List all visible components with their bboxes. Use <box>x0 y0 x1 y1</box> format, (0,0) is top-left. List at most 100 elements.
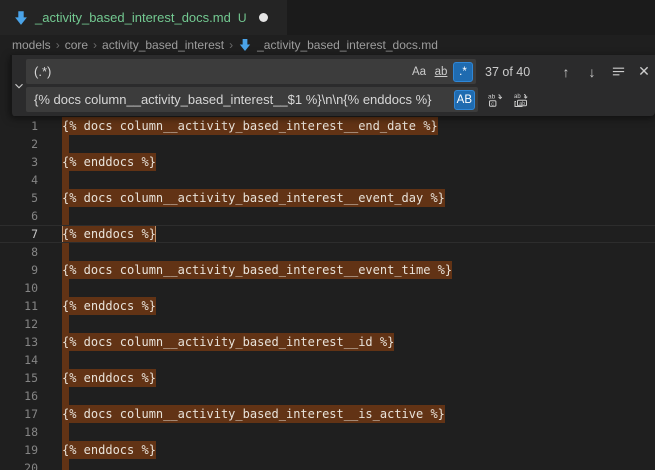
code-line: 4 <box>0 171 655 189</box>
unsaved-changes-dot[interactable] <box>259 13 268 22</box>
markdown-file-icon <box>13 10 29 26</box>
line-text find-match-empty[interactable] <box>62 351 69 369</box>
line-text find-match[interactable]: {% enddocs %} <box>62 297 156 315</box>
line-number: 15 <box>0 369 38 387</box>
code-line: 11 {% enddocs %} <box>0 297 655 315</box>
chevron-down-icon <box>12 79 26 93</box>
line-number: 2 <box>0 135 38 153</box>
line-text find-match-empty[interactable] <box>62 279 69 297</box>
breadcrumb-item-models[interactable]: models <box>12 38 51 52</box>
whole-word-button[interactable]: ab <box>431 62 451 82</box>
replace-icon: ab c <box>487 92 503 108</box>
line-number: 9 <box>0 261 38 279</box>
match-count: 37 of 40 <box>485 65 551 79</box>
line-number: 3 <box>0 153 38 171</box>
code-line: 5{% docs column__activity_based_interest… <box>0 189 655 207</box>
line-number: 16 <box>0 387 38 405</box>
find-row: (.*) Aa ab .* 37 of 40 ↑ ↓ ✕ <box>26 59 655 84</box>
line-text find-match-empty[interactable] <box>62 135 69 153</box>
line-text find-match[interactable]: {% enddocs %} <box>62 153 156 171</box>
line-number: 12 <box>0 315 38 333</box>
line-number: 8 <box>0 243 38 261</box>
replace-all-button[interactable]: ab ab <box>510 89 532 111</box>
close-icon: ✕ <box>638 63 650 80</box>
svg-text:ab: ab <box>488 93 496 100</box>
line-number: 7 <box>0 225 38 243</box>
code-line: 20 <box>0 459 655 470</box>
preserve-case-button[interactable]: AB <box>454 90 475 110</box>
markdown-file-icon <box>238 38 252 52</box>
breadcrumb-item-activity-based-interest[interactable]: activity_based_interest <box>102 38 224 52</box>
code-line: 16 <box>0 387 655 405</box>
line-number: 4 <box>0 171 38 189</box>
editor-pane[interactable]: 1 {% docs column__activity_based_interest… <box>0 55 655 470</box>
svg-text:ab: ab <box>514 94 521 100</box>
code-line: 18 <box>0 423 655 441</box>
find-query-value: (.*) <box>34 64 407 79</box>
close-find-widget-button[interactable]: ✕ <box>633 61 655 83</box>
line-text find-match[interactable]: {% docs column__activity_based_interest_… <box>62 117 438 135</box>
line-number: 14 <box>0 351 38 369</box>
find-replace-widget: (.*) Aa ab .* 37 of 40 ↑ ↓ ✕ <box>10 55 655 116</box>
tab-active-file[interactable]: _activity_based_interest_docs.md U <box>0 0 287 35</box>
code-line: 13{% docs column__activity_based_interes… <box>0 333 655 351</box>
tab-filename: _activity_based_interest_docs.md <box>35 10 231 25</box>
match-case-button[interactable]: Aa <box>409 62 429 82</box>
breadcrumb: models › core › activity_based_interest … <box>0 35 655 55</box>
line-text find-match[interactable]: {% docs column__activity_based_interest_… <box>62 333 394 351</box>
code-line: 9 {% docs column__activity_based_interest… <box>0 261 655 279</box>
line-text find-match-empty[interactable] <box>62 315 69 333</box>
line-text find-match-empty[interactable] <box>62 243 69 261</box>
arrow-up-icon: ↑ <box>563 64 570 80</box>
code-line: 1 {% docs column__activity_based_interest… <box>0 117 655 135</box>
breadcrumb-separator: › <box>229 38 233 52</box>
breadcrumb-item-core[interactable]: core <box>65 38 88 52</box>
breadcrumb-separator: › <box>93 38 97 52</box>
code-line: 12 <box>0 315 655 333</box>
toggle-replace-button[interactable] <box>12 55 26 116</box>
replace-all-icon: ab ab <box>513 92 529 108</box>
line-text find-match-empty[interactable] <box>62 423 69 441</box>
line-text find-match[interactable]: {% enddocs %} <box>62 369 156 387</box>
selection-lines-icon <box>611 64 626 79</box>
previous-match-button[interactable]: ↑ <box>555 61 577 83</box>
code-line: 3 {% enddocs %} <box>0 153 655 171</box>
find-in-selection-button[interactable] <box>607 61 629 83</box>
replace-input[interactable]: {% docs column__activity_based_interest_… <box>26 87 478 112</box>
line-text find-match-empty[interactable] <box>62 207 69 225</box>
next-match-button[interactable]: ↓ <box>581 61 603 83</box>
code-line: 19{% enddocs %} <box>0 441 655 459</box>
line-number: 17 <box>0 405 38 423</box>
line-text find-match-empty[interactable] <box>62 171 69 189</box>
line-text current-find-match[interactable]: {% enddocs %} <box>62 225 156 243</box>
tab-bar: _activity_based_interest_docs.md U <box>0 0 655 35</box>
line-text find-match[interactable]: {% docs column__activity_based_interest_… <box>62 189 445 207</box>
breadcrumb-separator: › <box>56 38 60 52</box>
regex-button[interactable]: .* <box>453 62 473 82</box>
code-line: 17 {% docs column__activity_based_interes… <box>0 405 655 423</box>
code-line: 8 <box>0 243 655 261</box>
find-input[interactable]: (.*) Aa ab .* <box>26 59 476 84</box>
git-status-badge: U <box>238 11 247 25</box>
line-text find-match[interactable]: {% docs column__activity_based_interest_… <box>62 405 445 423</box>
vscode-window: _activity_based_interest_docs.md U model… <box>0 0 655 470</box>
line-text find-match-empty[interactable] <box>62 387 69 405</box>
line-text find-match[interactable]: {% enddocs %} <box>62 441 156 459</box>
replace-row: {% docs column__activity_based_interest_… <box>26 87 655 112</box>
line-number: 18 <box>0 423 38 441</box>
code-area: 1 {% docs column__activity_based_interest… <box>0 117 655 470</box>
code-line-current: 7 {% enddocs %} <box>0 225 655 243</box>
find-widget-rows: (.*) Aa ab .* 37 of 40 ↑ ↓ ✕ <box>26 55 655 116</box>
code-line: 2 <box>0 135 655 153</box>
line-number: 20 <box>0 459 38 470</box>
line-number: 1 <box>0 117 38 135</box>
line-number: 6 <box>0 207 38 225</box>
line-text find-match-empty[interactable] <box>62 459 69 470</box>
line-number: 11 <box>0 297 38 315</box>
replace-button[interactable]: ab c <box>484 89 506 111</box>
code-line: 6 <box>0 207 655 225</box>
line-text find-match[interactable]: {% docs column__activity_based_interest_… <box>62 261 452 279</box>
replace-value: {% docs column__activity_based_interest_… <box>34 92 452 107</box>
breadcrumb-item-file[interactable]: _activity_based_interest_docs.md <box>238 38 438 52</box>
code-line: 10 <box>0 279 655 297</box>
